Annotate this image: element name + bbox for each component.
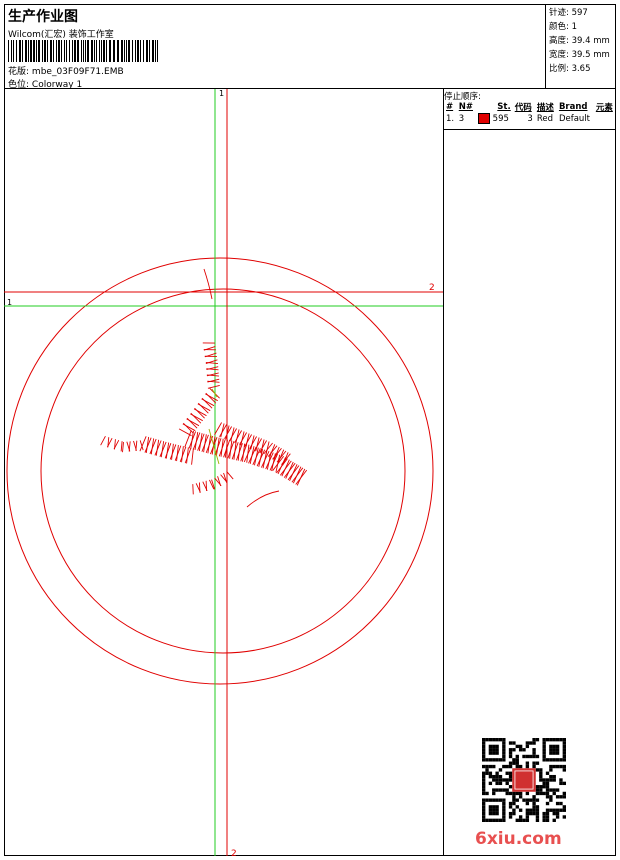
guide-label-v-red: 2 [231,849,237,856]
row-brand: Default [558,113,590,124]
table-row: 1. 3 595 3 Red Default [444,113,616,124]
col-index: # [446,102,454,112]
sequence-header-row: # N# St. 代码 描述 Brand 元素 [444,101,616,113]
row-desc: Red [536,113,553,124]
hoop-inner-circle [40,288,406,654]
col-element: 元素 [595,103,613,113]
row-needle: 3 [458,113,465,124]
watermark-logo: 6xiu.com [475,829,562,849]
stats-box: 针迹: 597 颜色: 1 高度: 39.4 mm 宽度: 39.5 mm 比例… [545,4,616,89]
guide-label-h-green: 1 [7,298,12,307]
guide-label-v-green: 1 [219,89,224,98]
col-code: 代码 [514,103,532,113]
header: 生产作业图 Wilcom(汇宏) 装饰工作室 花版: mbe_03F09F71.… [4,4,616,90]
sequence-table-wrap: # N# St. 代码 描述 Brand 元素 1. 3 595 3 Red D… [444,101,616,130]
stat-stitches: 针迹: 597 [549,8,588,18]
stat-ratio: 比例: 3.65 [549,64,591,74]
stat-height: 高度: 39.4 mm [549,36,610,46]
stat-colors: 颜色: 1 [549,22,577,32]
row-element [594,113,616,124]
row-stitches: 595 [492,114,509,124]
col-desc: 描述 [536,103,554,113]
row-index: 1. [446,113,455,124]
qr-seal-icon [512,768,536,792]
col-needle: N# [458,102,473,112]
pattern-label: 花版: [8,67,30,77]
pattern-line: 花版: mbe_03F09F71.EMB [8,64,124,77]
row-code: 3 [527,113,533,124]
guide-label-h-red: 2 [429,283,435,293]
col-brand: Brand [558,102,588,112]
stat-width: 宽度: 39.5 mm [549,50,610,60]
sequence-table: # N# St. 代码 描述 Brand 元素 1. 3 595 3 Red D… [444,101,616,124]
hoop-outer-circle [6,257,434,685]
barcode [8,40,158,62]
col-stitches: St. [497,102,511,112]
pattern-value: mbe_03F09F71.EMB [31,67,124,77]
color-swatch [477,113,490,124]
company-name: Wilcom(汇宏) 装饰工作室 [8,30,114,40]
qr-code [482,738,566,822]
row-stitches-cell: 595 [476,113,513,124]
design-canvas: 1 1 2 2 [4,89,443,859]
design-svg: 1 1 2 2 [4,89,443,859]
page-title: 生产作业图 [8,9,78,25]
embroidery-design [100,268,308,508]
